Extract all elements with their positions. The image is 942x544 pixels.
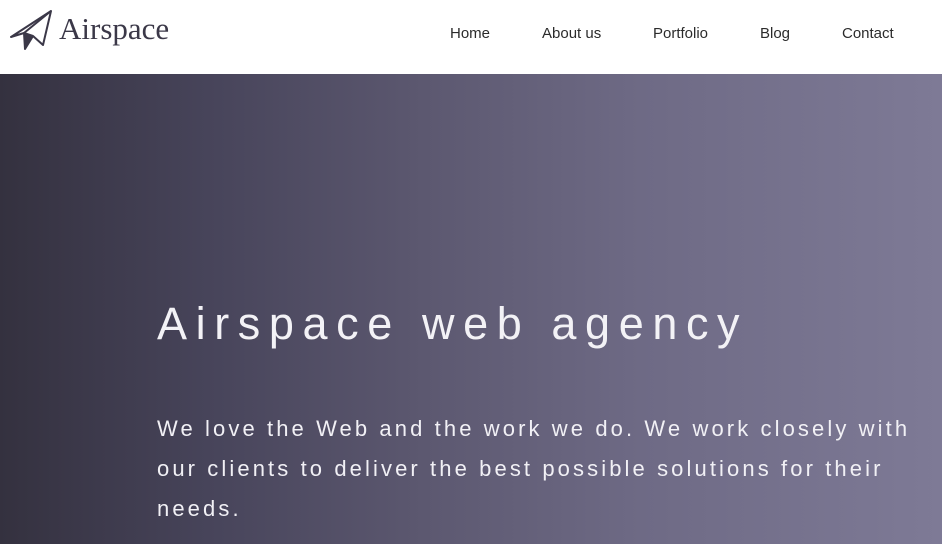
main-nav: Home About us Portfolio Blog Contact <box>0 24 942 44</box>
nav-link-blog[interactable]: Blog <box>760 24 790 44</box>
nav-link-home[interactable]: Home <box>450 24 490 44</box>
nav-link-portfolio[interactable]: Portfolio <box>653 24 708 44</box>
nav-link-about-us[interactable]: About us <box>542 24 601 44</box>
hero-description: We love the Web and the work we do. We w… <box>157 416 911 521</box>
hero-title: Airspace web agency <box>157 298 749 349</box>
hero-section: Airspace web agency We love the Web and … <box>0 74 942 544</box>
nav-link-contact[interactable]: Contact <box>842 24 894 44</box>
site-header: Airspace Home About us Portfolio Blog Co… <box>0 0 942 74</box>
